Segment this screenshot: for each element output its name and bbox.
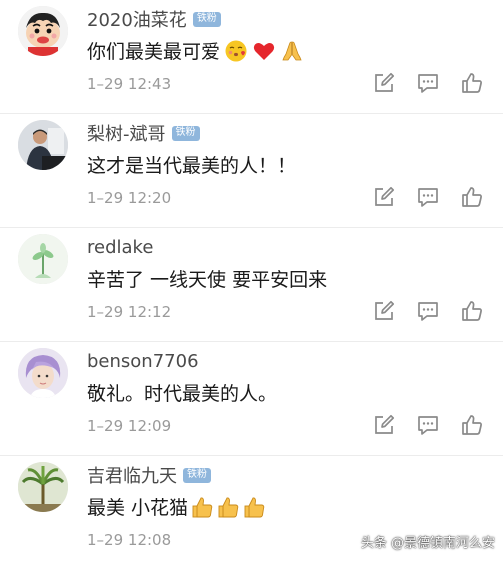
username-row: redlake [87,236,153,258]
avatar[interactable] [18,348,68,398]
username[interactable]: redlake [87,237,153,258]
comment-actions [372,185,494,211]
repost-edit-icon[interactable] [372,185,396,209]
username[interactable]: benson7706 [87,351,199,372]
folded-hands-emoji-icon [280,39,304,63]
fan-badge: 铁粉 [183,467,211,483]
thumbs-up-like-icon[interactable] [460,299,484,323]
comment-actions [372,71,494,97]
comment-time: 1–29 12:20 [87,189,172,207]
avatar[interactable] [18,120,68,170]
red-heart-emoji-icon [252,39,276,63]
comment-text-row: 敬礼。时代最美的人。 [87,379,277,406]
reply-comment-icon[interactable] [416,299,440,323]
comment-text-row: 你们最美最可爱 [87,37,304,64]
comment-text: 这才是当代最美的人！！ [87,155,297,177]
thumbs-up-emoji-icon [244,495,266,519]
reply-comment-icon[interactable] [416,185,440,209]
comment-text: 敬礼。时代最美的人。 [87,383,278,405]
comment-time: 1–29 12:09 [87,417,172,435]
repost-edit-icon[interactable] [372,413,396,437]
comment-item: 梨树-斌哥 铁粉 这才是当代最美的人！！ 1–29 12:20 [0,114,503,228]
comment-item: 2020油菜花 铁粉 你们最美最可爱 1–29 12:43 [0,0,503,114]
reply-comment-icon[interactable] [416,71,440,95]
fan-badge: 铁粉 [192,11,221,27]
thumbs-up-like-icon[interactable] [460,71,484,95]
username[interactable]: 吉君临九天 [87,462,177,488]
comment-actions [372,413,494,439]
comment-time: 1–29 12:12 [87,303,172,321]
man-at-desk-avatar-icon [18,120,68,170]
fan-badge: 铁粉 [171,125,200,141]
username[interactable]: 梨树-斌哥 [87,120,166,146]
kissing-face-emoji-icon [224,39,248,63]
cartoon-boy-avatar-icon [18,6,68,56]
username-row: benson7706 [87,350,199,372]
comment-list: 2020油菜花 铁粉 你们最美最可爱 1–29 12:43 梨树-斌哥 铁粉 这… [0,0,503,561]
comment-actions [372,299,494,325]
username-row: 2020油菜花 铁粉 [87,6,221,32]
comment-text-row: 这才是当代最美的人！！ [87,151,296,178]
username-row: 吉君临九天 铁粉 [87,462,211,488]
thumbs-up-emoji-icon [192,495,214,519]
comment-text: 最美 小花猫 [87,497,189,519]
avatar[interactable] [18,234,68,284]
green-plant-avatar-icon [18,234,68,284]
avatar[interactable] [18,462,68,512]
thumbs-up-like-icon[interactable] [460,185,484,209]
comment-time: 1–29 12:43 [87,75,172,93]
comment-text-row: 最美 小花猫 [87,493,266,520]
comment-text: 你们最美最可爱 [87,41,221,63]
palm-plant-avatar-icon [18,462,68,512]
comment-item: redlake 辛苦了 一线天使 要平安回来 1–29 12:12 [0,228,503,342]
repost-edit-icon[interactable] [372,299,396,323]
avatar[interactable] [18,6,68,56]
username[interactable]: 2020油菜花 [87,6,187,32]
thumbs-up-emoji-icon [218,495,240,519]
thumbs-up-like-icon[interactable] [460,413,484,437]
comment-text-row: 辛苦了 一线天使 要平安回来 [87,265,327,292]
watermark: 头条 @景德镇南河么安 [360,536,495,551]
comment-text: 辛苦了 一线天使 要平安回来 [87,269,328,291]
comment-item: benson7706 敬礼。时代最美的人。 1–29 12:09 [0,342,503,456]
comment-time: 1–29 12:08 [87,531,172,549]
purple-hair-person-avatar-icon [18,348,68,398]
reply-comment-icon[interactable] [416,413,440,437]
repost-edit-icon[interactable] [372,71,396,95]
username-row: 梨树-斌哥 铁粉 [87,120,200,146]
